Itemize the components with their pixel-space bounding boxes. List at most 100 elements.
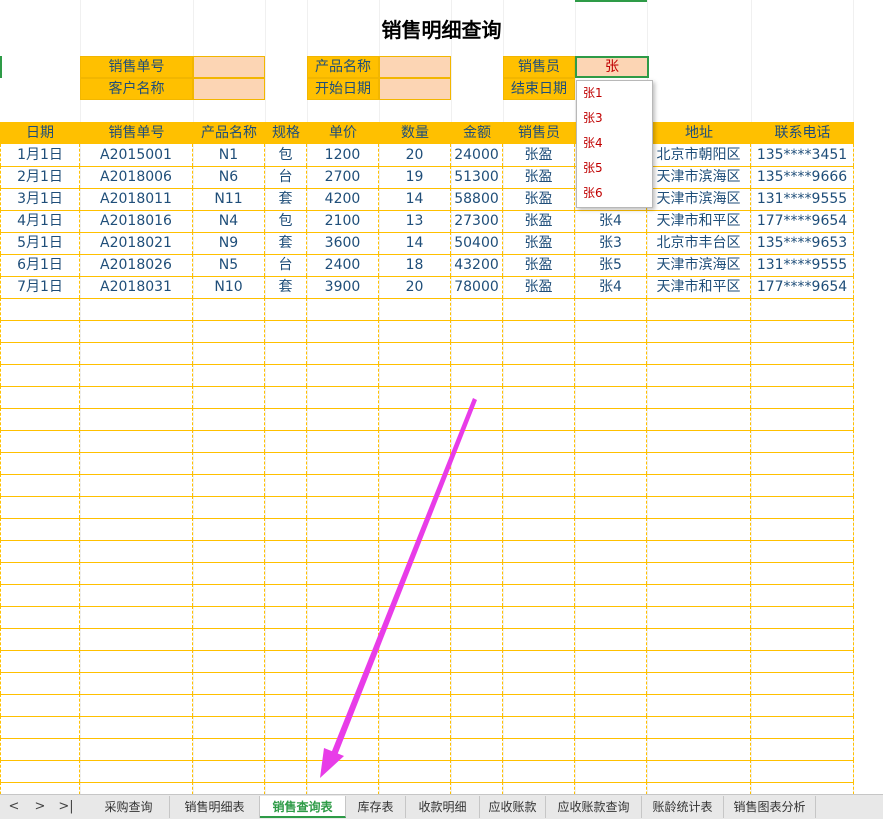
cell-price[interactable]: 1200 xyxy=(307,144,379,166)
cell-salesperson[interactable] xyxy=(503,716,575,738)
cell-address[interactable] xyxy=(647,738,751,760)
cell-salesperson[interactable]: 张盈 xyxy=(503,188,575,210)
cell-sales-no[interactable] xyxy=(80,430,193,452)
cell-product[interactable] xyxy=(193,738,265,760)
cell-amount[interactable] xyxy=(451,738,503,760)
prev-sheet-button[interactable]: < xyxy=(4,797,24,817)
cell-qty[interactable] xyxy=(379,628,451,650)
cell-spec[interactable] xyxy=(265,540,307,562)
cell-extra[interactable] xyxy=(575,584,647,606)
cell-price[interactable] xyxy=(307,474,379,496)
cell-sales-no[interactable] xyxy=(80,342,193,364)
cell-sales-no[interactable] xyxy=(80,584,193,606)
cell-product[interactable]: N11 xyxy=(193,188,265,210)
cell-date[interactable]: 7月1日 xyxy=(0,276,80,298)
cell-phone[interactable]: 135****9653 xyxy=(751,232,854,254)
cell-extra[interactable] xyxy=(575,628,647,650)
cell-qty[interactable] xyxy=(379,562,451,584)
cell-amount[interactable]: 43200 xyxy=(451,254,503,276)
cell-extra[interactable] xyxy=(575,760,647,782)
cell-date[interactable] xyxy=(0,298,80,320)
cell-date[interactable] xyxy=(0,364,80,386)
cell-date[interactable] xyxy=(0,716,80,738)
cell-spec[interactable] xyxy=(265,430,307,452)
cell-salesperson[interactable]: 张盈 xyxy=(503,144,575,166)
cell-amount[interactable] xyxy=(451,408,503,430)
cell-phone[interactable] xyxy=(751,540,854,562)
cell-salesperson[interactable]: 张盈 xyxy=(503,232,575,254)
cell-sales-no[interactable] xyxy=(80,562,193,584)
cell-product[interactable] xyxy=(193,628,265,650)
cell-product[interactable]: N4 xyxy=(193,210,265,232)
cell-date[interactable] xyxy=(0,694,80,716)
cell-extra[interactable]: 张4 xyxy=(575,276,647,298)
cell-address[interactable] xyxy=(647,606,751,628)
cell-spec[interactable]: 套 xyxy=(265,276,307,298)
cell-phone[interactable] xyxy=(751,738,854,760)
cell-price[interactable] xyxy=(307,584,379,606)
cell-price[interactable]: 4200 xyxy=(307,188,379,210)
cell-price[interactable] xyxy=(307,760,379,782)
cell-address[interactable]: 天津市滨海区 xyxy=(647,254,751,276)
cell-product[interactable] xyxy=(193,584,265,606)
cell-sales-no[interactable] xyxy=(80,474,193,496)
cell-product[interactable] xyxy=(193,716,265,738)
cell-qty[interactable] xyxy=(379,386,451,408)
cell-spec[interactable]: 包 xyxy=(265,144,307,166)
cell-amount[interactable] xyxy=(451,496,503,518)
start-date-input[interactable] xyxy=(379,78,451,100)
cell-price[interactable] xyxy=(307,452,379,474)
cell-date[interactable] xyxy=(0,584,80,606)
cell-amount[interactable]: 78000 xyxy=(451,276,503,298)
cell-phone[interactable] xyxy=(751,562,854,584)
cell-phone[interactable] xyxy=(751,716,854,738)
cell-salesperson[interactable] xyxy=(503,562,575,584)
cell-date[interactable] xyxy=(0,386,80,408)
cell-sales-no[interactable]: A2018006 xyxy=(80,166,193,188)
cell-amount[interactable] xyxy=(451,430,503,452)
cell-address[interactable] xyxy=(647,452,751,474)
cell-address[interactable] xyxy=(647,760,751,782)
cell-extra[interactable] xyxy=(575,716,647,738)
cell-qty[interactable] xyxy=(379,650,451,672)
cell-spec[interactable] xyxy=(265,496,307,518)
cell-salesperson[interactable] xyxy=(503,628,575,650)
cell-product[interactable]: N6 xyxy=(193,166,265,188)
cell-price[interactable] xyxy=(307,716,379,738)
cell-address[interactable]: 天津市滨海区 xyxy=(647,166,751,188)
cell-salesperson[interactable] xyxy=(503,606,575,628)
sheet-tab[interactable]: 采购查询 xyxy=(88,796,170,818)
cell-extra[interactable] xyxy=(575,452,647,474)
cell-spec[interactable] xyxy=(265,760,307,782)
cell-salesperson[interactable]: 张盈 xyxy=(503,166,575,188)
cell-address[interactable] xyxy=(647,562,751,584)
cell-address[interactable] xyxy=(647,430,751,452)
cell-qty[interactable] xyxy=(379,672,451,694)
cell-product[interactable] xyxy=(193,606,265,628)
cell-phone[interactable] xyxy=(751,606,854,628)
cell-sales-no[interactable]: A2018026 xyxy=(80,254,193,276)
cell-price[interactable]: 3900 xyxy=(307,276,379,298)
cell-salesperson[interactable]: 张盈 xyxy=(503,210,575,232)
cell-sales-no[interactable] xyxy=(80,408,193,430)
cell-spec[interactable]: 包 xyxy=(265,210,307,232)
cell-product[interactable] xyxy=(193,760,265,782)
cell-phone[interactable]: 177****9654 xyxy=(751,210,854,232)
cell-extra[interactable] xyxy=(575,606,647,628)
cell-product[interactable] xyxy=(193,694,265,716)
cell-address[interactable] xyxy=(647,694,751,716)
cell-amount[interactable]: 51300 xyxy=(451,166,503,188)
cell-phone[interactable] xyxy=(751,672,854,694)
cell-date[interactable] xyxy=(0,606,80,628)
cell-price[interactable] xyxy=(307,518,379,540)
cell-date[interactable] xyxy=(0,760,80,782)
cell-amount[interactable] xyxy=(451,672,503,694)
cell-spec[interactable] xyxy=(265,452,307,474)
dropdown-option[interactable]: 张1 xyxy=(577,81,652,106)
cell-spec[interactable] xyxy=(265,584,307,606)
cell-spec[interactable] xyxy=(265,474,307,496)
cell-product[interactable]: N10 xyxy=(193,276,265,298)
cell-salesperson[interactable] xyxy=(503,430,575,452)
cell-amount[interactable] xyxy=(451,716,503,738)
cell-qty[interactable] xyxy=(379,320,451,342)
